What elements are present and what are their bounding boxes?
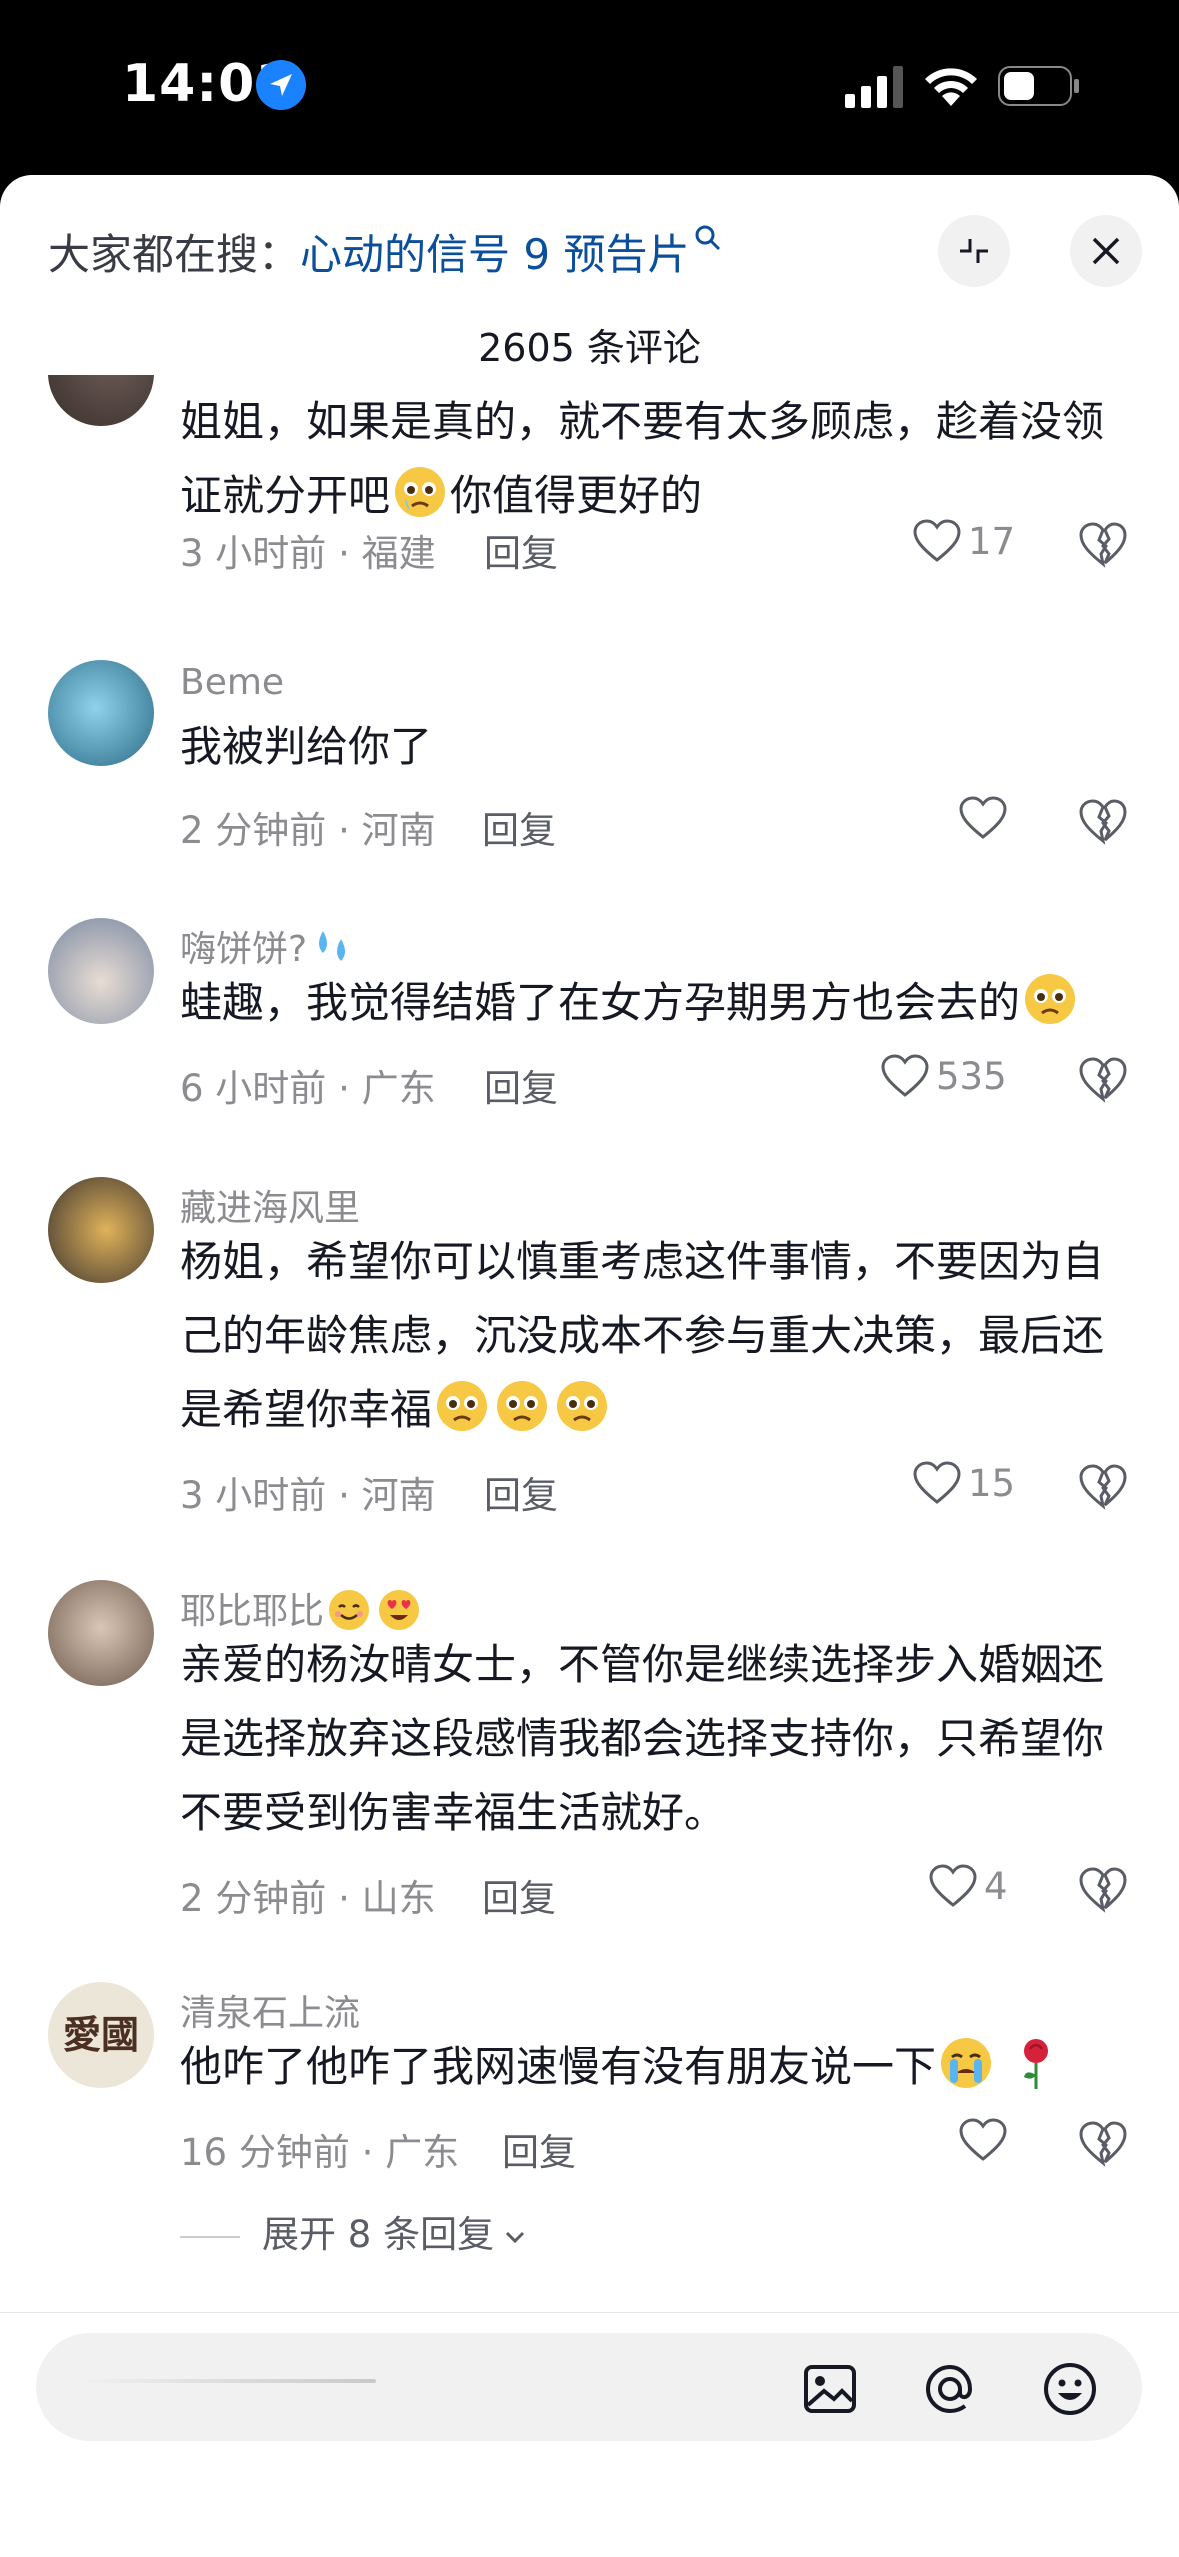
comment-text: 蛙趣，我觉得结婚了在女方孕期男方也会去的 <box>180 966 1120 1040</box>
reply-button[interactable]: 回复 <box>482 800 556 854</box>
avatar[interactable]: 愛國 <box>48 1982 154 2088</box>
wifi-icon <box>925 68 977 106</box>
reply-button[interactable]: 回复 <box>502 2122 576 2176</box>
search-term-link[interactable]: 心动的信号 9 预告片 <box>300 230 689 279</box>
comment-meta: 3 小时前 · 河南 <box>180 1474 436 1517</box>
comment-input[interactable] <box>36 2333 1142 2441</box>
avatar[interactable] <box>48 918 154 1024</box>
collapse-button[interactable] <box>938 215 1010 287</box>
search-prefix: 大家都在搜： <box>48 230 301 279</box>
crying-face-emoji-icon <box>941 2038 992 2088</box>
input-placeholder <box>76 2379 376 2383</box>
like-count: 15 <box>968 1461 1016 1505</box>
avatar[interactable] <box>48 1177 154 1283</box>
search-icon <box>695 225 721 251</box>
heart-icon <box>913 1461 961 1504</box>
avatar[interactable] <box>48 1580 154 1686</box>
like-button[interactable]: 4 <box>928 1863 1008 1913</box>
comment-list[interactable]: 姐姐，如果是真的，就不要有太多顾虑，趁着没领证就分开吧 你值得更好的 3 小时前 … <box>0 375 1179 2465</box>
at-icon[interactable] <box>920 2359 980 2419</box>
collapse-icon <box>960 239 988 263</box>
like-count: 535 <box>936 1054 1007 1098</box>
dislike-heart-icon[interactable] <box>1078 1055 1128 1103</box>
dislike-heart-icon[interactable] <box>1078 2119 1128 2167</box>
expand-replies-button[interactable]: 展开 8 条回复 <box>180 2204 530 2258</box>
comment-text: 他咋了他咋了我网速慢有没有朋友说一下 <box>180 2030 1120 2104</box>
search-suggestion[interactable]: 大家都在搜：心动的信号 9 预告片 <box>48 221 723 282</box>
pleading-face-emoji-icon <box>557 1381 608 1431</box>
emoji-icon[interactable] <box>1040 2359 1100 2419</box>
pleading-face-emoji-icon <box>1025 974 1076 1024</box>
comment-input-bar <box>0 2312 1179 2557</box>
avatar[interactable] <box>48 660 154 766</box>
heart-icon <box>913 519 961 562</box>
comment-meta: 3 小时前 · 福建 <box>180 532 436 575</box>
dislike-heart-icon[interactable] <box>1078 520 1128 568</box>
comment-count: 2605 条评论 <box>478 326 701 370</box>
reply-button[interactable]: 回复 <box>484 1058 558 1112</box>
rose-emoji-icon <box>1024 2039 1049 2089</box>
dislike-heart-icon[interactable] <box>1078 1865 1128 1913</box>
comment-username[interactable]: 耶比耶比 <box>180 1582 424 1634</box>
heart-icon <box>959 2118 1007 2161</box>
battery-icon <box>998 66 1079 106</box>
chevron-down-icon <box>506 2231 525 2243</box>
like-count: 4 <box>984 1864 1008 1908</box>
like-button[interactable]: 535 <box>880 1053 1007 1103</box>
status-bar: 14:01 <box>0 0 1179 175</box>
dislike-heart-icon[interactable] <box>1078 1462 1128 1510</box>
reply-button[interactable]: 回复 <box>484 1465 558 1519</box>
comment-username[interactable]: Beme <box>180 662 284 703</box>
comment-username[interactable]: 嗨饼饼? <box>180 920 357 972</box>
comment-text: 亲爱的杨汝晴女士，不管你是继续选择步入婚姻还是选择放弃这段感情我都会选择支持你，… <box>180 1640 1105 1837</box>
like-button[interactable] <box>958 2117 1008 2167</box>
heart-icon <box>929 1864 977 1907</box>
location-arrow-icon <box>256 60 306 110</box>
comment-text: 我被判给你了 <box>180 722 433 771</box>
smiling-face-emoji-icon <box>329 1590 370 1630</box>
comment-sheet: 大家都在搜：心动的信号 9 预告片 2605 条评论 姐姐，如果是真的，就不要有… <box>0 175 1179 2556</box>
comment-meta: 2 分钟前 · 河南 <box>180 809 436 852</box>
signal-icon <box>845 66 903 108</box>
comment-meta: 6 小时前 · 广东 <box>180 1067 436 1110</box>
pleading-face-emoji-icon <box>437 1381 488 1431</box>
comment-text: 姐姐，如果是真的，就不要有太多顾虑，趁着没领证就分开吧 你值得更好的 <box>180 397 1105 520</box>
like-count: 17 <box>968 519 1016 563</box>
like-button[interactable]: 15 <box>912 1460 1015 1510</box>
comment-meta: 2 分钟前 · 山东 <box>180 1877 436 1920</box>
heart-eyes-emoji-icon <box>379 1590 420 1630</box>
divider <box>180 2235 240 2238</box>
comment-text: 杨姐，希望你可以慎重考虑这件事情，不要因为自己的年龄焦虑，沉没成本不参与重大决策… <box>180 1237 1105 1434</box>
reply-button[interactable]: 回复 <box>484 523 558 577</box>
close-button[interactable] <box>1070 215 1142 287</box>
comment-meta: 16 分钟前 · 广东 <box>180 2131 460 2174</box>
like-button[interactable]: 17 <box>912 518 1015 568</box>
avatar[interactable] <box>48 375 154 426</box>
like-button[interactable] <box>958 795 1008 845</box>
sweat-droplets-emoji-icon <box>319 931 346 961</box>
pleading-face-emoji-icon <box>395 467 446 517</box>
dislike-heart-icon[interactable] <box>1078 797 1128 845</box>
comment-username[interactable]: 清泉石上流 <box>180 1984 360 2036</box>
close-icon <box>1092 237 1120 265</box>
heart-icon <box>881 1054 929 1097</box>
avatar-seal-text: 愛國 <box>62 2012 139 2057</box>
reply-button[interactable]: 回复 <box>482 1868 556 1922</box>
pleading-face-emoji-icon <box>497 1381 548 1431</box>
comment-username[interactable]: 藏进海风里 <box>180 1179 360 1231</box>
image-icon[interactable] <box>800 2359 860 2419</box>
heart-icon <box>959 796 1007 839</box>
